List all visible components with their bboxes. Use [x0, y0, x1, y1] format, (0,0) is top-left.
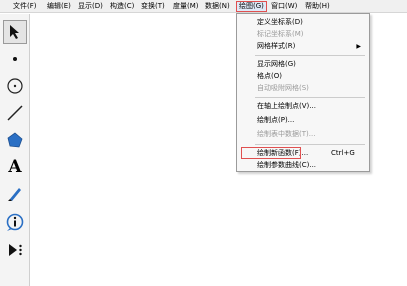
- menu-bar: 文件(F) 编辑(E) 显示(D) 构造(C) 变换(T) 度量(M) 数据(N…: [0, 0, 407, 13]
- information-tool-button[interactable]: [3, 210, 27, 234]
- text-tool-button[interactable]: A: [3, 155, 27, 179]
- menu-item-snap-to-grid: 自动吸附网格(S): [239, 83, 367, 94]
- menu-file[interactable]: 文件(F): [11, 1, 39, 12]
- menu-window[interactable]: 窗口(W): [269, 1, 299, 12]
- menu-item-label: 显示网格(G): [257, 60, 296, 68]
- menu-item-grid-style[interactable]: 网格样式(R) ▶: [239, 41, 367, 52]
- custom-tool-button[interactable]: [3, 238, 27, 262]
- menu-separator: [255, 97, 365, 98]
- menu-display[interactable]: 显示(D): [76, 1, 105, 12]
- menu-item-plot-point-on-axis[interactable]: 在轴上绘制点(V)...: [239, 101, 367, 112]
- menu-item-grid-points[interactable]: 格点(O): [239, 71, 367, 82]
- menu-construct[interactable]: 构造(C): [108, 1, 136, 12]
- menu-item-define-coordinate-system[interactable]: 定义坐标系(D): [239, 17, 367, 28]
- text-tool-icon: A: [8, 156, 22, 177]
- tool-palette: A: [0, 14, 30, 286]
- menu-item-label: 自动吸附网格(S): [257, 84, 309, 92]
- menu-item-mark-coordinate-system: 标记坐标系(M): [239, 29, 367, 40]
- menu-data[interactable]: 数据(N): [203, 1, 232, 12]
- menu-item-show-grid[interactable]: 显示网格(G): [239, 59, 367, 70]
- menu-separator: [255, 144, 365, 145]
- polygon-icon: [7, 132, 23, 148]
- menu-item-label: 绘制参数曲线(C)...: [257, 161, 317, 169]
- menu-item-label: 格点(O): [257, 72, 282, 80]
- menu-help[interactable]: 帮助(H): [303, 1, 332, 12]
- menu-transform[interactable]: 变换(T): [139, 1, 167, 12]
- information-icon: [6, 213, 24, 231]
- menu-separator: [255, 55, 365, 56]
- polygon-tool-button[interactable]: [3, 128, 27, 152]
- arrow-pointer-icon: [10, 25, 19, 39]
- menu-item-plot-table-data: 绘制表中数据(T)...: [239, 129, 367, 140]
- menu-item-shortcut: Ctrl+G: [331, 149, 355, 157]
- menu-item-label: 定义坐标系(D): [257, 18, 303, 26]
- marker-pen-icon: [8, 188, 21, 201]
- compass-circle-icon: [7, 78, 23, 94]
- highlight-box: [241, 147, 301, 159]
- compass-tool-button[interactable]: [3, 74, 27, 98]
- menu-measure[interactable]: 度量(M): [171, 1, 201, 12]
- point-tool-button[interactable]: [3, 47, 27, 71]
- straightedge-tool-button[interactable]: [3, 101, 27, 125]
- menu-item-plot-points[interactable]: 绘制点(P)...: [239, 115, 367, 126]
- submenu-arrow-icon: ▶: [356, 43, 361, 50]
- point-tool-icon: [13, 57, 17, 61]
- custom-tool-icon: [9, 244, 22, 256]
- menu-item-label: 绘制点(P)...: [257, 116, 295, 124]
- menu-item-label: 绘制表中数据(T)...: [257, 130, 316, 138]
- arrow-tool-button[interactable]: [3, 20, 27, 44]
- marker-tool-button[interactable]: [3, 182, 27, 206]
- menu-item-label: 在轴上绘制点(V)...: [257, 102, 316, 110]
- straightedge-line-icon: [7, 105, 23, 121]
- menu-item-label: 网格样式(R): [257, 42, 296, 50]
- menu-edit[interactable]: 编辑(E): [45, 1, 73, 12]
- menu-graph[interactable]: 绘图(G): [236, 1, 267, 12]
- graph-menu-dropdown: 定义坐标系(D) 标记坐标系(M) 网格样式(R) ▶ 显示网格(G) 格点(O…: [236, 13, 370, 172]
- menu-item-plot-parametric-curve[interactable]: 绘制参数曲线(C)...: [239, 160, 367, 171]
- menu-item-label: 标记坐标系(M): [257, 30, 304, 38]
- menu-item-plot-new-function[interactable]: 绘制新函数(F)... Ctrl+G: [239, 147, 367, 159]
